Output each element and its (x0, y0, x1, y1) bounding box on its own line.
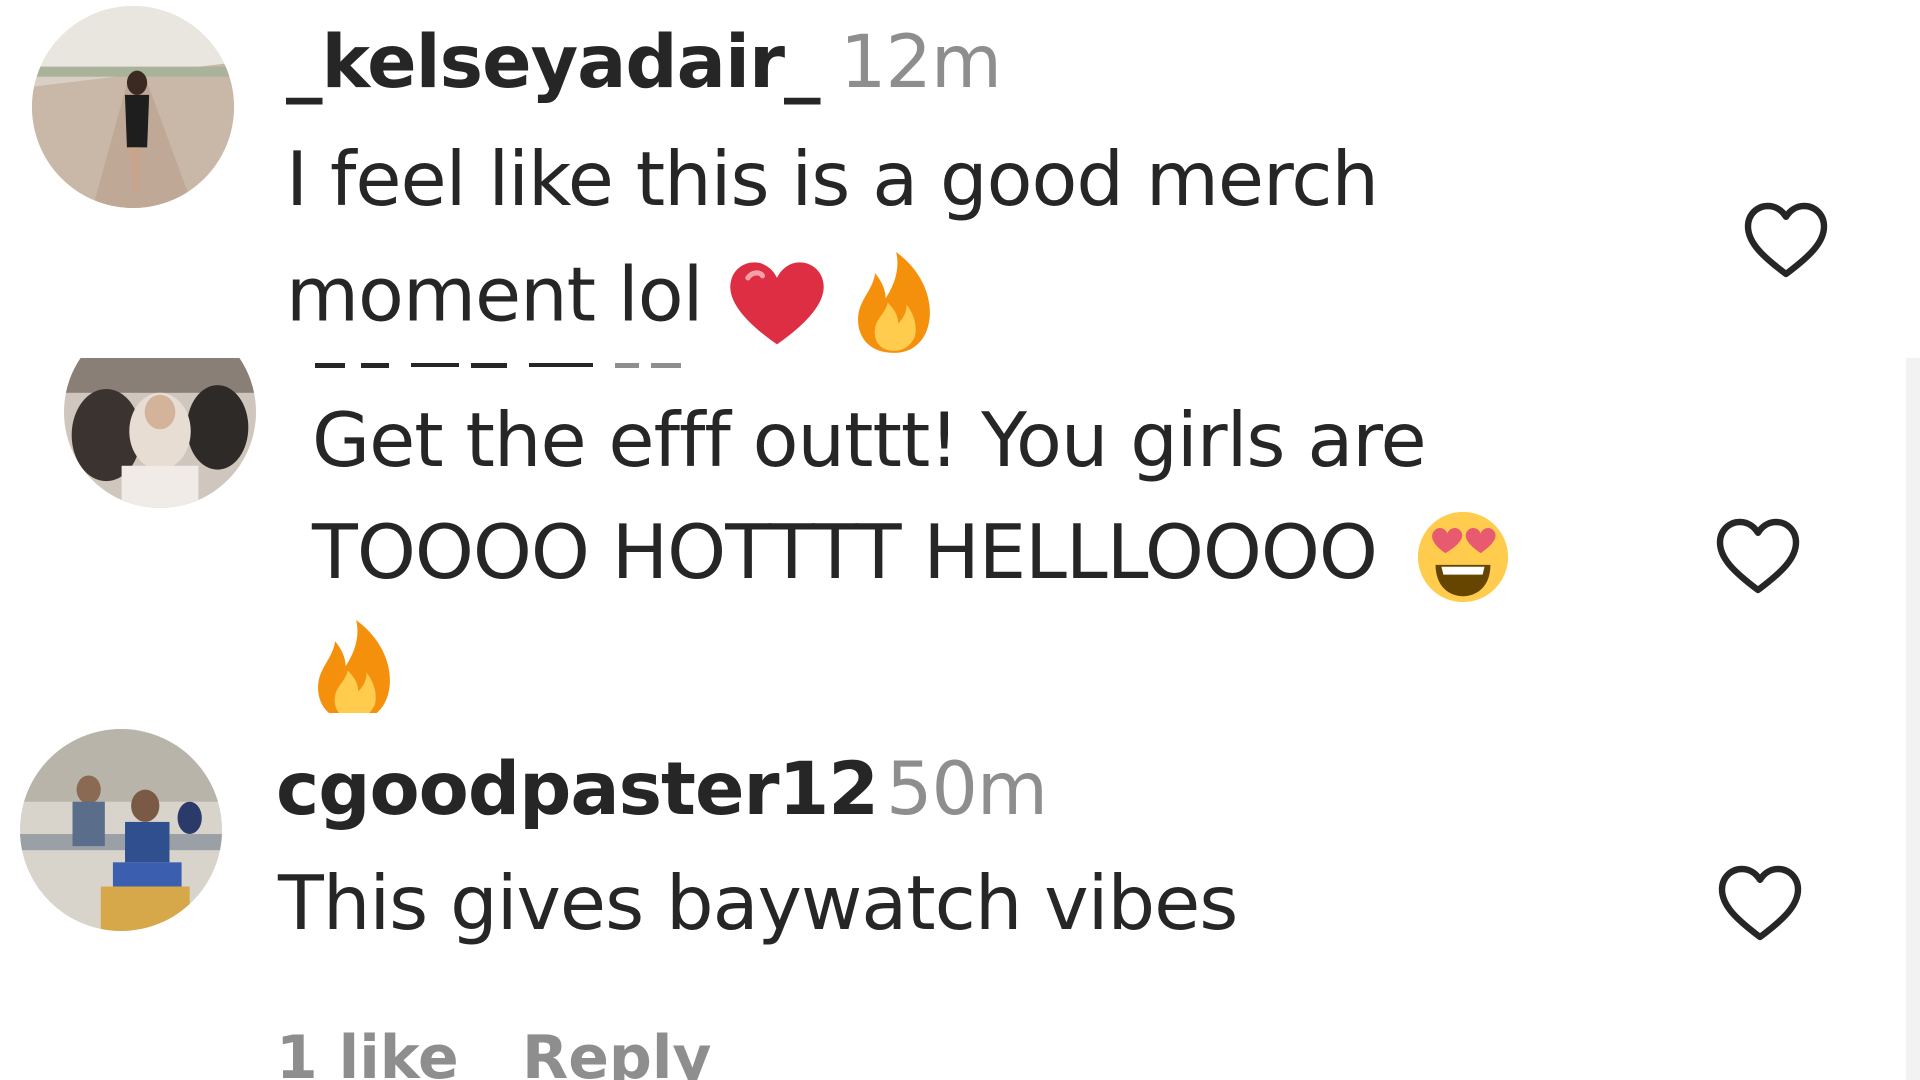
comment-timestamp: 12m (840, 20, 1002, 105)
scroll-edge (1906, 358, 1920, 1080)
avatar-image (20, 729, 222, 931)
comments-list: _kelseyadair_ 12m I feel like this is a … (0, 0, 1920, 1080)
like-heart-icon[interactable] (1738, 192, 1834, 288)
avatar-image (32, 6, 234, 208)
comment-username[interactable]: _kelseyadair_ (286, 20, 820, 105)
comment-item: _kelseyadair_ 12m I feel like this is a … (0, 0, 1920, 358)
fire-emoji (312, 618, 396, 713)
comment-text-line-2: moment lol (286, 250, 936, 353)
avatar[interactable] (32, 6, 234, 208)
like-heart-icon[interactable] (1710, 508, 1806, 604)
heart-eyes-emoji (1414, 508, 1512, 606)
comment-text-line-1: This gives baywatch vibes (278, 859, 1238, 947)
red-heart-emoji (725, 255, 829, 345)
comment-item: cgoodpaster12 50m This gives baywatch vi… (0, 713, 1920, 1080)
like-heart-icon[interactable] (1712, 855, 1808, 951)
fire-emoji (852, 250, 936, 353)
comment-item: Get the efff outtt! You girls are TOOOO … (0, 358, 1920, 713)
avatar[interactable] (64, 358, 256, 508)
comment-text: TOOOO HOTTTT HELLLOOOO (312, 508, 1378, 596)
comment-username[interactable]: cgoodpaster12 (276, 747, 879, 832)
comment-text: moment lol (286, 250, 703, 339)
clipped-name-strokes (315, 358, 745, 368)
likes-count[interactable]: 1 like (276, 1023, 459, 1080)
avatar[interactable] (20, 729, 222, 931)
comment-text-line-1: I feel like this is a good merch (286, 135, 1379, 223)
comment-timestamp: 50m (886, 747, 1048, 832)
comment-text-line-3 (312, 618, 396, 713)
comment-text-line-1: Get the efff outtt! You girls are (312, 396, 1427, 484)
comment-text-line-2: TOOOO HOTTTT HELLLOOOO (312, 508, 1512, 606)
avatar-image (64, 358, 256, 508)
reply-button[interactable]: Reply (522, 1023, 712, 1080)
